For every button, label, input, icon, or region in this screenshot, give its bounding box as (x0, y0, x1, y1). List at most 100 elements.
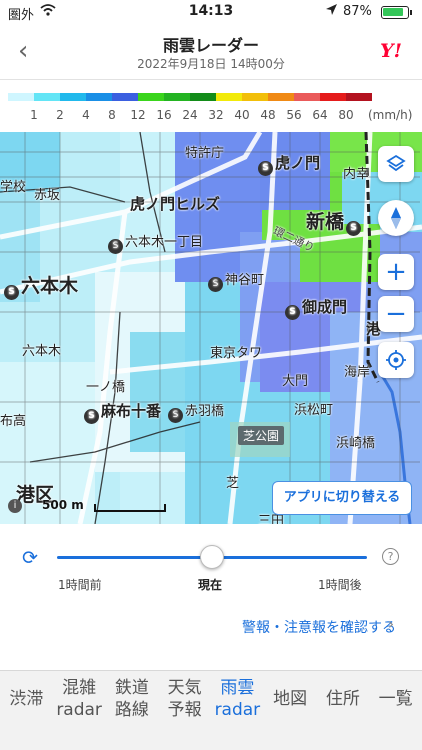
map-label: 虎ノ門ヒルズ (130, 195, 221, 213)
tab-label: 混雑 (62, 678, 97, 698)
map-label: 学校 (0, 180, 27, 195)
layers-button[interactable] (378, 146, 414, 182)
radar-map-canvas (0, 132, 422, 524)
tab-sublabel: radar (56, 700, 102, 720)
map-label: 東京タワ (210, 346, 263, 361)
station-pin-icon: S (84, 409, 99, 424)
legend-unit: (mm/h) (368, 108, 413, 122)
legend-swatch (242, 93, 268, 101)
locate-button[interactable] (378, 342, 414, 378)
zoom-in-button[interactable]: + (378, 254, 414, 290)
map-label: 大門 (282, 374, 309, 389)
map-label: 浜崎橋 (336, 436, 376, 451)
legend-swatch (34, 93, 60, 101)
refresh-icon[interactable]: ⟳ (22, 547, 38, 569)
station-pin-icon: S (258, 161, 273, 176)
header: ‹ 雨雲レーダー 2022年9月18日 14時00分 Y! (0, 24, 422, 80)
time-controls: ⟳ ? 1時間前 現在 1時間後 警報・注意報を確認する › (0, 524, 422, 670)
station-pin-icon: S (168, 408, 183, 423)
tab-item[interactable]: 住所 (317, 688, 370, 710)
switch-to-app-button[interactable]: アプリに切り替える (272, 481, 412, 515)
scale-label: 500 m (42, 498, 84, 512)
legend-swatch (138, 93, 164, 101)
time-slider-thumb[interactable] (200, 545, 224, 569)
tab-item[interactable]: 雨雲 radar (211, 677, 264, 721)
zoom-out-button[interactable]: − (378, 296, 414, 332)
legend-swatch (294, 93, 320, 101)
map-label: 布高 (0, 414, 27, 429)
status-bar: 圏外 14:13 87% (0, 0, 422, 24)
map-label-text: 神谷町 (225, 273, 265, 288)
layers-icon (386, 154, 406, 172)
legend-swatch (320, 93, 346, 101)
map-label: 特許庁 (185, 146, 225, 161)
map-label-text: 新橋 (306, 211, 345, 233)
tab-label: 鉄道 (114, 678, 149, 698)
map-label: 海岸 (344, 365, 371, 380)
tab-sublabel: 予報 (167, 700, 202, 720)
legend-swatch (112, 93, 138, 101)
chevron-right-icon: › (388, 615, 394, 633)
map-label-text: 虎ノ門 (275, 154, 321, 172)
station-pin-icon: S (285, 305, 300, 320)
station-pin-icon: S (346, 221, 362, 236)
map-label: 赤坂 (34, 188, 61, 203)
location-arrow-icon (325, 3, 338, 20)
map-label: S 神谷町 (208, 269, 264, 292)
tab-item[interactable]: 鉄道 路線 (106, 677, 159, 721)
tab-label: 渋滞 (9, 689, 44, 709)
map-label: S 赤羽橋 (168, 400, 224, 423)
legend-swatch (60, 93, 86, 101)
map-label: S 六本木一丁目 (108, 231, 203, 254)
battery-percent: 87% (343, 4, 372, 19)
legend-swatch (8, 93, 34, 101)
legend-label: 80 (338, 108, 354, 122)
map-label-text: 麻布十番 (101, 402, 162, 420)
tab-sublabel: radar (214, 700, 261, 720)
compass-button[interactable] (378, 200, 414, 236)
map-label: 内幸 (343, 167, 370, 182)
map-label-text: 御成門 (302, 298, 348, 316)
legend-swatch (86, 93, 112, 101)
warnings-link[interactable]: 警報・注意報を確認する (242, 617, 396, 637)
tab-label: 天気 (167, 678, 202, 698)
radar-map[interactable]: 特許庁 S 虎ノ門 内幸 学校 赤坂 虎ノ門ヒルズ 新橋 S S 六本木一丁目 環二通… (0, 132, 422, 524)
map-label: S 御成門 (285, 296, 347, 320)
yahoo-logo[interactable]: Y! (380, 40, 402, 62)
map-label-text: 六本木 (21, 275, 79, 297)
time-label-future: 1時間後 (318, 578, 362, 592)
map-label: S 虎ノ門 (258, 152, 320, 176)
map-label: S 六本木 (4, 271, 78, 300)
tab-label: 雨雲 (220, 678, 255, 698)
station-pin-icon: S (108, 239, 123, 254)
map-label: S 麻布十番 (84, 400, 161, 424)
station-pin-icon: S (4, 285, 19, 300)
tab-sublabel: 路線 (114, 700, 149, 720)
map-label: 浜松町 (294, 403, 334, 418)
map-label: 新橋 S (306, 207, 363, 236)
legend-swatch (164, 93, 190, 101)
bottom-tab-bar: 渋滞 混雑 radar 鉄道 路線 天気 予報 雨雲 radar 地図 住所 一覧 (0, 670, 422, 750)
legend-swatch (190, 93, 216, 101)
map-label: 六本木 (22, 344, 62, 359)
tab-label: 住所 (325, 689, 360, 709)
tab-label: 一覧 (378, 689, 413, 709)
compass-icon (391, 207, 401, 229)
tab-item[interactable]: 地図 (264, 688, 317, 710)
map-label-text: 六本木一丁目 (125, 235, 204, 250)
map-label-text: 赤羽橋 (185, 404, 225, 419)
app-root: 圏外 14:13 87% ‹ 雨雲レーダー 2022年9月18日 14時00分 … (0, 0, 422, 750)
battery-icon (381, 6, 412, 19)
help-icon[interactable]: ? (382, 548, 399, 565)
map-label: 一ノ橋 (86, 380, 126, 395)
page-title: 雨雲レーダー (162, 36, 259, 55)
locate-icon (386, 350, 406, 370)
tab-item[interactable]: 渋滞 (0, 688, 53, 710)
tab-item[interactable]: 混雑 radar (53, 677, 106, 721)
legend-swatch (268, 93, 294, 101)
station-pin-icon: S (208, 277, 223, 292)
info-icon[interactable]: i (8, 499, 22, 513)
tab-item[interactable]: 天気 予報 (158, 677, 211, 721)
map-badge: 芝公園 (238, 426, 285, 445)
tab-item[interactable]: 一覧 (369, 688, 422, 710)
